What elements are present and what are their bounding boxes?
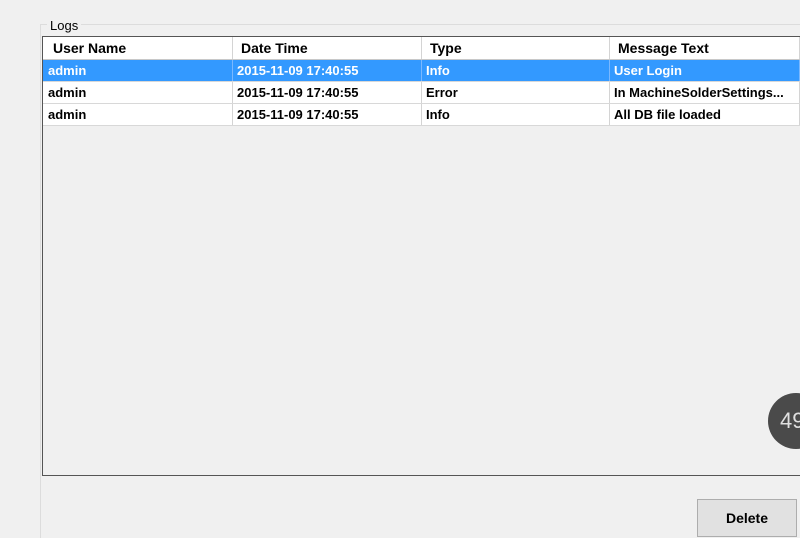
cell-message-text: In MachineSolderSettings... xyxy=(610,82,800,103)
cell-user-name: admin xyxy=(43,82,233,103)
cell-user-name: admin xyxy=(43,104,233,125)
table-row[interactable]: admin 2015-11-09 17:40:55 Info User Logi… xyxy=(43,60,800,82)
cell-type: Info xyxy=(422,104,610,125)
logs-grid[interactable]: User Name Date Time Type Message Text ad… xyxy=(42,36,800,476)
column-header-type[interactable]: Type xyxy=(422,37,610,59)
column-header-user-name[interactable]: User Name xyxy=(43,37,233,59)
cell-message-text: User Login xyxy=(610,60,800,81)
cell-type: Info xyxy=(422,60,610,81)
delete-button[interactable]: Delete xyxy=(697,499,797,537)
cell-date-time: 2015-11-09 17:40:55 xyxy=(233,60,422,81)
grid-header: User Name Date Time Type Message Text xyxy=(43,37,800,60)
cell-user-name: admin xyxy=(43,60,233,81)
cell-type: Error xyxy=(422,82,610,103)
logs-window: Logs User Name Date Time Type Message Te… xyxy=(0,0,800,538)
cell-date-time: 2015-11-09 17:40:55 xyxy=(233,82,422,103)
cell-date-time: 2015-11-09 17:40:55 xyxy=(233,104,422,125)
cell-message-text: All DB file loaded xyxy=(610,104,800,125)
column-header-date-time[interactable]: Date Time xyxy=(233,37,422,59)
column-header-message-text[interactable]: Message Text xyxy=(610,37,800,59)
table-row[interactable]: admin 2015-11-09 17:40:55 Info All DB fi… xyxy=(43,104,800,126)
logs-group-title: Logs xyxy=(47,18,82,34)
table-row[interactable]: admin 2015-11-09 17:40:55 Error In Machi… xyxy=(43,82,800,104)
